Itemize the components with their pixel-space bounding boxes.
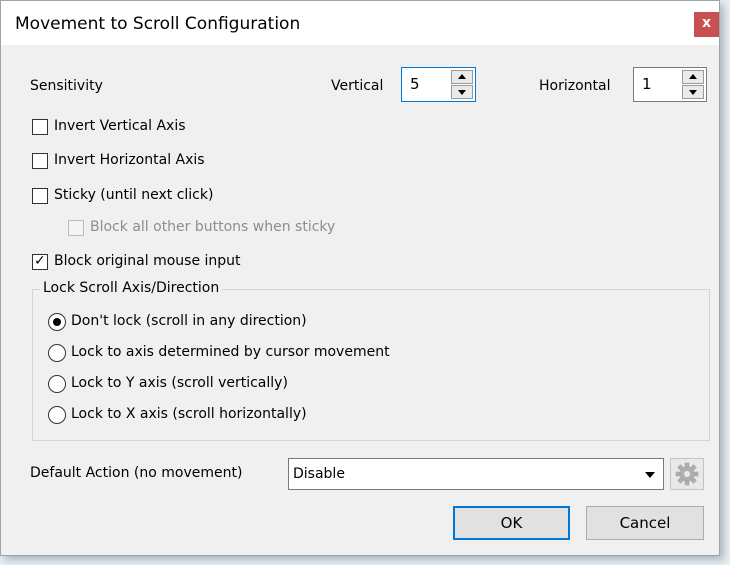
invert-vertical-label: Invert Vertical Axis [54, 118, 186, 134]
invert-vertical-checkbox[interactable]: Invert Vertical Axis [32, 118, 252, 138]
invert-horizontal-checkbox[interactable]: Invert Horizontal Axis [32, 152, 252, 172]
gear-icon [675, 462, 699, 486]
close-button[interactable]: x [694, 12, 719, 37]
arrow-down-icon [458, 90, 466, 95]
chevron-down-icon [645, 472, 655, 478]
block-buttons-sticky-label: Block all other buttons when sticky [90, 219, 336, 235]
default-action-label: Default Action (no movement) [30, 465, 243, 481]
default-action-dropdown[interactable]: Disable [288, 458, 664, 490]
ok-button[interactable]: OK [453, 506, 570, 540]
arrow-up-icon [458, 74, 466, 79]
block-buttons-sticky-checkbox[interactable]: Block all other buttons when sticky [68, 219, 378, 239]
sticky-label: Sticky (until next click) [54, 187, 214, 203]
window-title: Movement to Scroll Configuration [15, 14, 301, 34]
horizontal-increment-button[interactable] [682, 70, 704, 84]
sensitivity-label: Sensitivity [30, 78, 103, 94]
checkbox-box[interactable] [32, 119, 48, 135]
default-action-value: Disable [293, 466, 345, 482]
radio-label: Lock to Y axis (scroll vertically) [71, 375, 288, 391]
checkbox-box[interactable] [68, 220, 84, 236]
horizontal-decrement-button[interactable] [682, 85, 704, 99]
radio-selected-dot [53, 318, 61, 326]
radio-lock-x-axis[interactable]: Lock to X axis (scroll horizontally) [48, 405, 348, 427]
radio-button[interactable] [48, 375, 66, 393]
horizontal-sensitivity-spinbox[interactable]: 1 [633, 67, 707, 102]
default-action-settings-button[interactable] [670, 458, 704, 490]
arrow-up-icon [689, 74, 697, 79]
block-original-input-checkbox[interactable]: ✓ Block original mouse input [32, 253, 292, 273]
block-original-input-label: Block original mouse input [54, 253, 241, 269]
vertical-sensitivity-value: 5 [410, 75, 420, 93]
vertical-increment-button[interactable] [451, 70, 473, 84]
checkbox-box[interactable]: ✓ [32, 253, 48, 270]
lock-scroll-group-title: Lock Scroll Axis/Direction [40, 280, 223, 296]
radio-lock-y-axis[interactable]: Lock to Y axis (scroll vertically) [48, 374, 348, 396]
radio-button[interactable] [48, 313, 66, 331]
vertical-label: Vertical [331, 78, 384, 94]
radio-button[interactable] [48, 344, 66, 362]
radio-button[interactable] [48, 406, 66, 424]
sticky-checkbox[interactable]: Sticky (until next click) [32, 187, 272, 207]
checkmark-icon: ✓ [34, 253, 46, 269]
invert-horizontal-label: Invert Horizontal Axis [54, 152, 205, 168]
close-icon: x [701, 15, 712, 31]
cancel-button[interactable]: Cancel [586, 506, 704, 540]
checkbox-box[interactable] [32, 153, 48, 169]
radio-label: Lock to X axis (scroll horizontally) [71, 406, 307, 422]
radio-label: Lock to axis determined by cursor moveme… [71, 344, 390, 360]
radio-dont-lock[interactable]: Don't lock (scroll in any direction) [48, 312, 348, 334]
arrow-down-icon [689, 90, 697, 95]
radio-label: Don't lock (scroll in any direction) [71, 313, 307, 329]
checkbox-box[interactable] [32, 188, 48, 204]
dialog-window: Movement to Scroll Configuration x Sensi… [0, 0, 720, 556]
title-bar[interactable]: Movement to Scroll Configuration x [1, 1, 719, 45]
vertical-decrement-button[interactable] [451, 85, 473, 99]
radio-lock-cursor-axis[interactable]: Lock to axis determined by cursor moveme… [48, 343, 448, 365]
horizontal-label: Horizontal [539, 78, 611, 94]
vertical-sensitivity-spinbox[interactable]: 5 [401, 67, 476, 102]
horizontal-sensitivity-value: 1 [642, 75, 652, 93]
